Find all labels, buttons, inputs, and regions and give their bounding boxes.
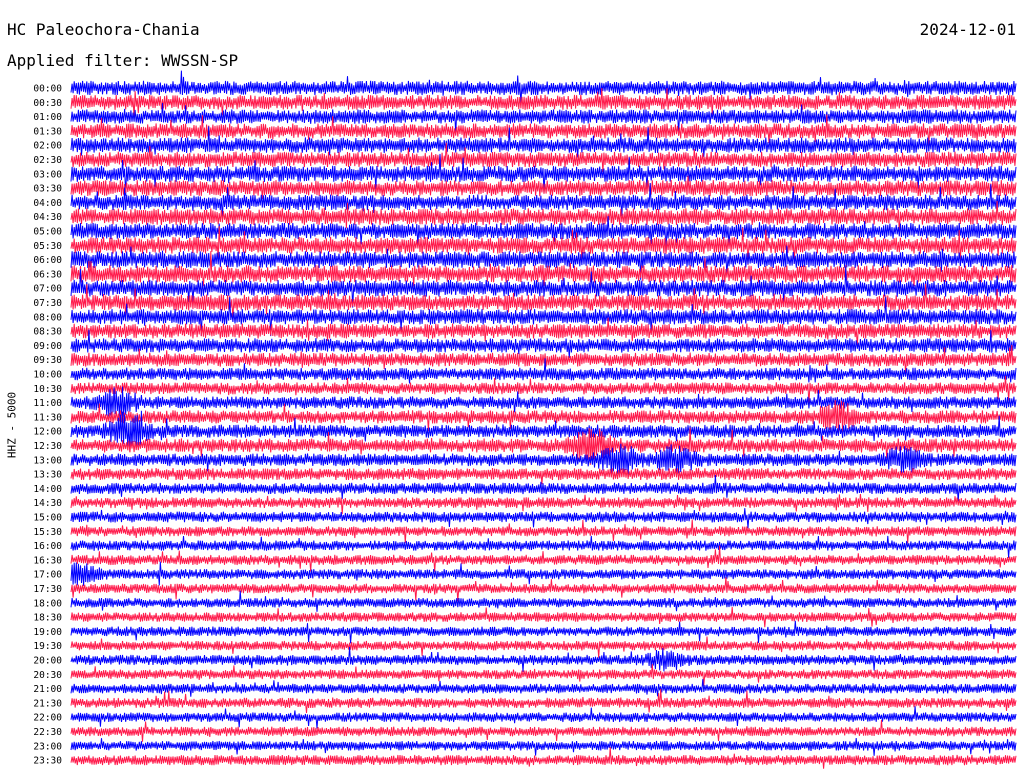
row-label-1830: 18:30 <box>33 613 62 624</box>
row-label-0630: 06:30 <box>33 269 62 280</box>
row-label-0330: 03:30 <box>33 184 62 195</box>
row-label-1730: 17:30 <box>33 584 62 595</box>
trace-2200 <box>70 706 1017 729</box>
row-label-1500: 15:00 <box>33 513 62 524</box>
trace-2130 <box>70 688 1017 713</box>
row-label-0530: 05:30 <box>33 241 62 252</box>
row-label-0730: 07:30 <box>33 298 62 309</box>
row-label-1200: 12:00 <box>33 427 62 438</box>
row-label-1700: 17:00 <box>33 570 62 581</box>
trace-2230 <box>70 720 1017 742</box>
row-label-1930: 19:30 <box>33 641 62 652</box>
row-label-1800: 18:00 <box>33 598 62 609</box>
row-label-1630: 16:30 <box>33 555 62 566</box>
row-label-0000: 00:00 <box>33 84 62 95</box>
seismogram-drum: 00:00 00:30 01:00 01:30 02:00 02:30 03:00 03:30… <box>33 70 1017 769</box>
row-label-0500: 05:00 <box>33 227 62 238</box>
row-label-0830: 08:30 <box>33 327 62 338</box>
seismogram-traces <box>70 70 1017 769</box>
row-label-0400: 04:00 <box>33 198 62 209</box>
row-label-2100: 21:00 <box>33 684 62 695</box>
row-label-0300: 03:00 <box>33 169 62 180</box>
row-label-2000: 20:00 <box>33 656 62 667</box>
row-label-1030: 10:30 <box>33 384 62 395</box>
row-label-2030: 20:30 <box>33 670 62 681</box>
trace-1500 <box>70 508 1017 529</box>
row-label-1600: 16:00 <box>33 541 62 552</box>
trace-2300 <box>70 737 1017 756</box>
row-label-2130: 21:30 <box>33 698 62 709</box>
row-label-0100: 01:00 <box>33 112 62 123</box>
row-label-0430: 04:30 <box>33 212 62 223</box>
row-label-1300: 13:00 <box>33 455 62 466</box>
row-label-0230: 02:30 <box>33 155 62 166</box>
trace-2000 <box>70 646 1017 672</box>
trace-1330 <box>70 468 1017 485</box>
trace-1900 <box>70 620 1017 644</box>
row-label-0930: 09:30 <box>33 355 62 366</box>
row-label-0200: 02:00 <box>33 141 62 152</box>
row-label-1130: 11:30 <box>33 412 62 423</box>
trace-1730 <box>70 577 1017 602</box>
trace-1530 <box>70 519 1017 544</box>
trace-1430 <box>70 494 1017 515</box>
row-label-1330: 13:30 <box>33 470 62 481</box>
row-label-1900: 19:00 <box>33 627 62 638</box>
row-label-1000: 10:00 <box>33 370 62 381</box>
row-label-0600: 06:00 <box>33 255 62 266</box>
row-label-0900: 09:00 <box>33 341 62 352</box>
row-label-0030: 00:30 <box>33 98 62 109</box>
trace-1830 <box>70 606 1017 628</box>
row-label-1230: 12:30 <box>33 441 62 452</box>
row-label-1400: 14:00 <box>33 484 62 495</box>
row-label-2200: 22:00 <box>33 713 62 724</box>
row-label-1100: 11:00 <box>33 398 62 409</box>
trace-1800 <box>70 590 1017 612</box>
trace-0930 <box>70 344 1017 375</box>
row-label-0700: 07:00 <box>33 284 62 295</box>
row-label-0130: 01:30 <box>33 126 62 137</box>
row-label-2300: 23:00 <box>33 741 62 752</box>
row-label-2330: 23:30 <box>33 756 62 767</box>
trace-1930 <box>70 636 1017 658</box>
trace-1400 <box>70 474 1017 502</box>
row-label-1530: 15:30 <box>33 527 62 538</box>
time-tick-labels: 00:00 00:30 01:00 01:30 02:00 02:30 03:00 03:30… <box>33 84 62 767</box>
row-label-0800: 08:00 <box>33 312 62 323</box>
trace-2100 <box>70 679 1017 697</box>
trace-1700 <box>70 561 1017 586</box>
row-label-1430: 14:30 <box>33 498 62 509</box>
row-label-2230: 22:30 <box>33 727 62 738</box>
